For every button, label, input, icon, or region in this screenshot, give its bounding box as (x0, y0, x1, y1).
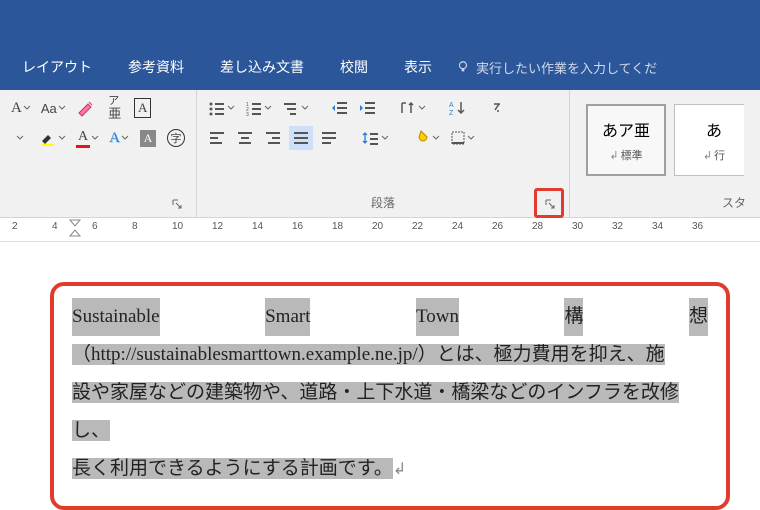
ruler-tick: 20 (372, 223, 383, 234)
horizontal-ruler[interactable]: 24681012141618202224262830323436 (0, 218, 760, 242)
svg-text:2: 2 (246, 107, 249, 113)
selected-text: 想 (689, 298, 708, 336)
shading-button[interactable] (410, 126, 443, 150)
align-center-button[interactable] (233, 126, 257, 150)
style-next[interactable]: あ ↲行 (674, 104, 744, 176)
font-group-label (8, 209, 188, 215)
ruler-tick: 14 (252, 223, 263, 234)
svg-text:1: 1 (246, 102, 249, 108)
ruler-tick: 28 (532, 223, 543, 234)
group-paragraph: 123 AZ (197, 90, 570, 217)
tell-me-placeholder: 実行したい作業を入力してくだ (476, 58, 657, 77)
phonetic-guide-button[interactable]: ア亜 (103, 96, 127, 120)
style-name-label: ↲行 (703, 147, 725, 163)
svg-text:Z: Z (449, 110, 454, 116)
enclose-characters-button[interactable]: 字 (164, 126, 188, 150)
grow-font-button[interactable]: A (8, 96, 34, 120)
selected-text: 設や家屋などの建築物や、道路・上下水道・橋梁などのインフラを改修し、 (72, 382, 679, 441)
font-dialog-launcher[interactable] (170, 197, 184, 211)
line-spacing-button[interactable] (359, 126, 392, 150)
tab-mailings[interactable]: 差し込み文書 (202, 44, 322, 90)
clear-formatting-button[interactable] (73, 96, 99, 120)
align-justify-button[interactable] (289, 126, 313, 150)
selected-text: 構 (564, 298, 583, 336)
ribbon-tabs: レイアウト 参考資料 差し込み文書 校閲 表示 実行したい作業を入力してくだ (0, 44, 760, 90)
selected-text: 長く利用できるようにする計画です。 (72, 458, 393, 479)
ruler-tick: 16 (292, 223, 303, 234)
svg-text:A: A (449, 102, 454, 109)
ruler-tick: 10 (172, 223, 183, 234)
lightbulb-icon (456, 60, 470, 74)
ruler-tick: 18 (332, 223, 343, 234)
text-direction-button[interactable] (396, 96, 429, 120)
style-preview-text: あ (706, 117, 722, 141)
selected-text: Smart (265, 298, 310, 336)
svg-text:3: 3 (246, 112, 249, 116)
character-shading-button[interactable]: A (136, 126, 160, 150)
character-border-button[interactable]: A (131, 96, 155, 120)
ruler-tick: 24 (452, 223, 463, 234)
ruler-tick: 32 (612, 223, 623, 234)
callout-frame: Sustainable Smart Town 構 想 （http://susta… (50, 282, 730, 510)
paragraph-group-label: 段落 (205, 192, 561, 215)
borders-button[interactable] (447, 126, 478, 150)
group-styles: あア亜 ↲標準 あ ↲行 スタ (570, 90, 760, 217)
ruler-tick: 6 (92, 223, 98, 234)
show-hide-marks-button[interactable] (485, 96, 509, 120)
sort-button[interactable]: AZ (445, 96, 469, 120)
ruler-tick: 34 (652, 223, 663, 234)
style-normal[interactable]: あア亜 ↲標準 (586, 104, 666, 176)
numbering-button[interactable]: 123 (242, 96, 275, 120)
selected-text: Town (416, 298, 459, 336)
ruler-tick: 12 (212, 223, 223, 234)
strikethrough-button[interactable] (8, 126, 32, 150)
align-right-button[interactable] (261, 126, 285, 150)
tab-references[interactable]: 参考資料 (110, 44, 202, 90)
ruler-tick: 26 (492, 223, 503, 234)
ruler-tick: 22 (412, 223, 423, 234)
align-left-button[interactable] (205, 126, 229, 150)
tab-layout[interactable]: レイアウト (4, 44, 110, 90)
bullets-button[interactable] (205, 96, 238, 120)
ruler-tick: 36 (692, 223, 703, 234)
align-distribute-button[interactable] (317, 126, 341, 150)
ruler-tick: 30 (572, 223, 583, 234)
window-titlebar (0, 0, 760, 44)
document-area[interactable]: Sustainable Smart Town 構 想 （http://susta… (0, 242, 760, 510)
decrease-indent-button[interactable] (328, 96, 352, 120)
tab-review[interactable]: 校閲 (322, 44, 386, 90)
document-paragraph[interactable]: Sustainable Smart Town 構 想 （http://susta… (72, 298, 708, 488)
group-font: A Aa ア亜 A A A A 字 (0, 90, 197, 217)
change-case-button[interactable]: Aa (38, 96, 69, 120)
paragraph-dialog-launcher[interactable] (543, 197, 557, 211)
style-preview-text: あア亜 (602, 117, 650, 141)
increase-indent-button[interactable] (356, 96, 380, 120)
tab-view[interactable]: 表示 (386, 44, 450, 90)
ribbon: A Aa ア亜 A A A A 字 123 (0, 90, 760, 218)
highlight-button[interactable] (36, 126, 69, 150)
multilevel-list-button[interactable] (279, 96, 312, 120)
ruler-tick: 8 (132, 223, 138, 234)
tell-me-search[interactable]: 実行したい作業を入力してくだ (456, 58, 657, 77)
selected-text: Sustainable (72, 298, 160, 336)
first-line-indent-marker[interactable] (69, 219, 81, 240)
ruler-tick: 2 (12, 223, 18, 234)
styles-group-label: スタ (578, 192, 752, 215)
style-name-label: ↲標準 (609, 147, 642, 163)
text-effects-button[interactable]: A (106, 126, 132, 150)
font-color-button[interactable]: A (73, 126, 102, 150)
selected-text: （http://sustainablesmarttown.example.ne.… (72, 344, 665, 365)
paragraph-mark-icon: ↲ (393, 461, 406, 478)
ruler-tick: 4 (52, 223, 58, 234)
